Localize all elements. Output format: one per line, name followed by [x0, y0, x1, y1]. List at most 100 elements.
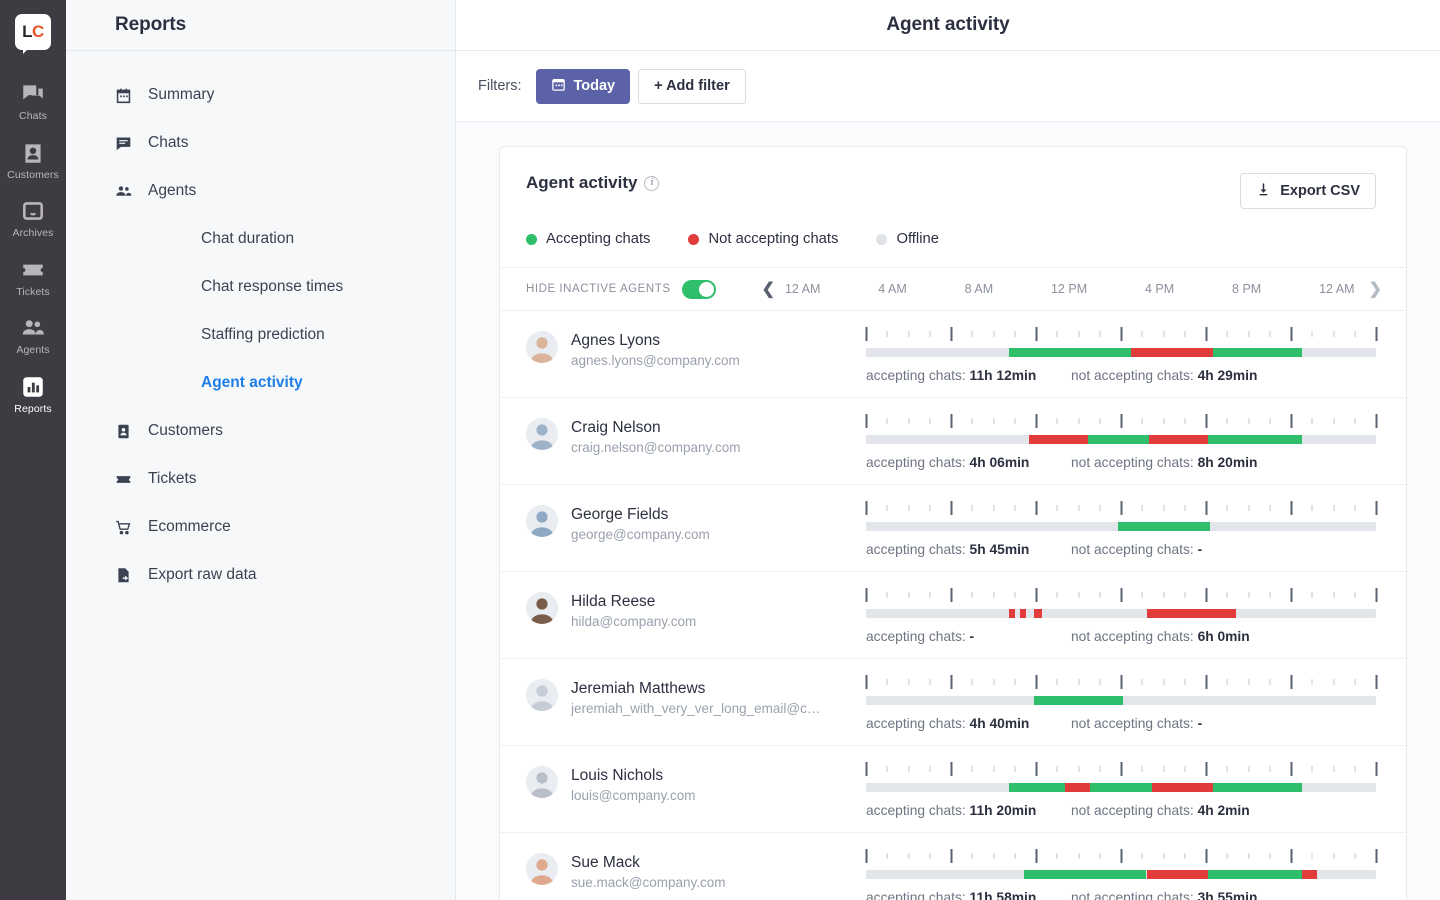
card-header: Agent activity i Export CSV [500, 147, 1406, 267]
agent-name: Louis Nichols [571, 766, 696, 785]
agent-identity: George Fieldsgeorge@company.com [526, 501, 866, 545]
timeline-segment-not_accepting [1147, 609, 1236, 618]
livechat-logo[interactable]: LC [15, 14, 51, 50]
agent-timeline: accepting chats: 11h 20minnot accepting … [866, 762, 1376, 818]
timeline-bar[interactable] [866, 609, 1376, 618]
sidebar-item-chats[interactable]: Chats [66, 119, 455, 167]
sidebar-item-staffing-prediction[interactable]: Staffing prediction [66, 311, 455, 359]
rail-label-chats: Chats [19, 111, 47, 122]
axis-tick-0: 12 AM [785, 282, 820, 296]
filter-today-label: Today [574, 78, 616, 94]
stat-not-accepting: not accepting chats: 6h 0min [1071, 629, 1250, 644]
agent-email: george@company.com [571, 526, 710, 544]
rail-item-archives[interactable]: Archives [0, 189, 66, 248]
timeline-ticks [866, 501, 1376, 515]
add-filter-button[interactable]: + Add filter [638, 69, 746, 104]
primary-nav-rail: LC Chats Customers [0, 0, 66, 900]
sidebar-label-export-raw-data: Export raw data [148, 566, 257, 584]
timeline-ticks [866, 588, 1376, 602]
timeline-segment-not_accepting [1009, 609, 1016, 618]
timeline-bar[interactable] [866, 522, 1376, 531]
agent-timeline: accepting chats: 4h 40minnot accepting c… [866, 675, 1376, 731]
timeline-ticks [866, 762, 1376, 776]
chevron-left-icon[interactable]: ❮ [758, 279, 779, 299]
timeline-bar[interactable] [866, 783, 1376, 792]
rail-item-reports[interactable]: Reports [0, 365, 66, 424]
sidebar-item-summary[interactable]: Summary [66, 71, 455, 119]
agent-timeline: accepting chats: 11h 58minnot accepting … [866, 849, 1376, 900]
reports-icon [20, 374, 46, 400]
sidebar-item-agents[interactable]: Agents [66, 167, 455, 215]
timeline-segment-not_accepting [1034, 609, 1042, 618]
table-row[interactable]: Sue Macksue.mack@company.comaccepting ch… [500, 833, 1406, 900]
chats-icon [20, 81, 46, 107]
timeline-segment-accepting [1213, 783, 1302, 792]
table-row[interactable]: George Fieldsgeorge@company.comaccepting… [500, 485, 1406, 572]
agent-identity: Jeremiah Matthewsjeremiah_with_very_ver_… [526, 675, 866, 719]
axis-tick-6: 12 AM [1319, 282, 1354, 296]
rail-item-customers[interactable]: Customers [0, 131, 66, 190]
sidebar-item-ecommerce[interactable]: Ecommerce [66, 503, 455, 551]
people-icon [115, 183, 132, 200]
sidebar-item-chat-response-times[interactable]: Chat response times [66, 263, 455, 311]
rail-item-agents[interactable]: Agents [0, 306, 66, 365]
table-row[interactable]: Craig Nelsoncraig.nelson@company.comacce… [500, 398, 1406, 485]
hide-inactive-agents-toggle[interactable] [682, 280, 716, 299]
rail-item-chats[interactable]: Chats [0, 72, 66, 131]
agent-email: hilda@company.com [571, 613, 696, 631]
timeline-bar[interactable] [866, 696, 1376, 705]
timeline-bar[interactable] [866, 435, 1376, 444]
timeline-segment-accepting [1090, 783, 1151, 792]
sidebar-item-chat-duration[interactable]: Chat duration [66, 215, 455, 263]
chevron-right-icon[interactable]: ❯ [1365, 279, 1386, 299]
filter-today-button[interactable]: Today [536, 69, 631, 104]
timeline-bar[interactable] [866, 870, 1376, 879]
legend-dot-not-accepting [688, 234, 699, 245]
avatar [526, 853, 558, 885]
sidebar-item-tickets[interactable]: Tickets [66, 455, 455, 503]
agent-stats: accepting chats: 4h 40minnot accepting c… [866, 716, 1376, 731]
timeline-bar[interactable] [866, 348, 1376, 357]
export-file-icon [115, 567, 132, 584]
agent-name: Hilda Reese [571, 592, 696, 611]
tickets-icon [20, 257, 46, 283]
sidebar-label-chat-response-times: Chat response times [201, 278, 343, 296]
timeline-segment-accepting [1208, 435, 1302, 444]
table-row[interactable]: Louis Nicholslouis@company.comaccepting … [500, 746, 1406, 833]
agent-stats: accepting chats: -not accepting chats: 6… [866, 629, 1376, 644]
timeline-segment-accepting [1088, 435, 1149, 444]
axis-tick-4: 4 PM [1145, 282, 1174, 296]
stat-accepting: accepting chats: - [866, 629, 1071, 644]
page-title: Agent activity [886, 14, 1009, 36]
legend-item-offline: Offline [876, 231, 939, 247]
sidebar-label-summary: Summary [148, 86, 214, 104]
table-row[interactable]: Jeremiah Matthewsjeremiah_with_very_ver_… [500, 659, 1406, 746]
info-icon[interactable]: i [644, 176, 659, 191]
timeline-ticks [866, 327, 1376, 341]
agent-email: agnes.lyons@company.com [571, 352, 740, 370]
chat-bubble-icon [115, 135, 132, 152]
rail-item-tickets[interactable]: Tickets [0, 248, 66, 307]
download-icon [1256, 182, 1271, 201]
timeline-segment-not_accepting [1020, 609, 1026, 618]
stat-accepting: accepting chats: 11h 58min [866, 890, 1071, 900]
chart-legend: Accepting chats Not accepting chats Offl… [526, 231, 1376, 247]
timeline-segment-not_accepting [1029, 435, 1088, 444]
sidebar-title: Reports [115, 14, 186, 36]
export-csv-button[interactable]: Export CSV [1240, 173, 1376, 209]
sidebar-label-agent-activity: Agent activity [201, 374, 303, 392]
reports-sidebar: Reports Summary [66, 0, 456, 900]
timeline-segment-accepting [1034, 696, 1122, 705]
sidebar-item-export-raw-data[interactable]: Export raw data [66, 551, 455, 599]
sidebar-item-customers[interactable]: Customers [66, 407, 455, 455]
table-row[interactable]: Agnes Lyonsagnes.lyons@company.comaccept… [500, 311, 1406, 398]
logo-text-right: C [32, 22, 44, 42]
timeline-segment-accepting [1213, 348, 1302, 357]
timeline-segment-not_accepting [1152, 783, 1213, 792]
sidebar-item-agent-activity[interactable]: Agent activity [66, 359, 455, 407]
sidebar-menu: Summary Chats [66, 51, 455, 599]
agent-name: Agnes Lyons [571, 331, 740, 350]
timeline-segment-not_accepting [1147, 870, 1208, 879]
content-scroll-area: Agent activity i Export CSV [456, 122, 1440, 900]
table-row[interactable]: Hilda Reese hilda@company.com accepting ch… [500, 572, 1406, 659]
